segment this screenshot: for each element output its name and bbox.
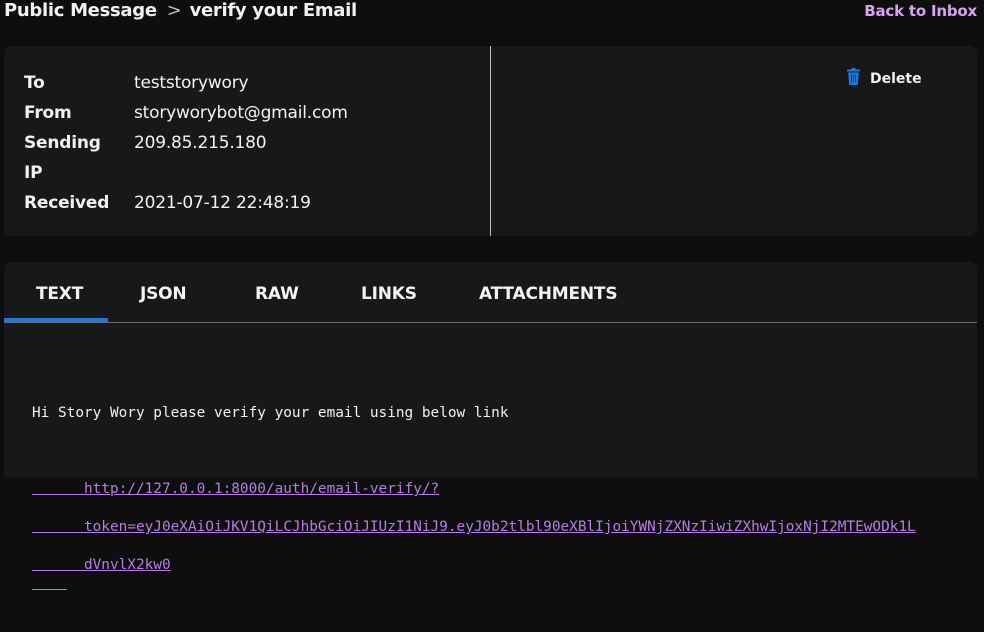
tab-attachments[interactable]: ATTACHMENTS [479,284,618,304]
tab-bar: TEXT JSON RAW LINKS ATTACHMENTS [4,262,977,323]
delete-button[interactable]: Delete [847,68,922,89]
chevron-right-icon: > [166,0,182,21]
meta-value-received: 2021-07-12 22:48:19 [134,193,311,213]
meta-key: From [24,103,72,123]
meta-row-sending: Sending 209.85.215.180 [24,128,348,158]
meta-value-to: teststorywory [134,73,249,93]
vertical-divider [490,46,491,236]
message-meta: To teststorywory From storyworybot@gmail… [24,68,348,218]
active-tab-indicator [4,318,108,322]
meta-key: Received [24,193,110,213]
delete-label: Delete [870,70,922,87]
link-part-3: dVnvlX2kw0 [83,557,171,573]
top-bar: Public Message > verify your Email Back … [0,0,984,26]
back-to-inbox-link[interactable]: Back to Inbox [864,2,977,20]
link-part-1: http://127.0.0.1:8000/auth/email-verify/… [83,481,440,497]
trash-icon [847,68,860,89]
meta-value-sending-ip: 209.85.215.180 [134,133,267,153]
meta-key: To [24,73,45,93]
meta-row-received: Received 2021-07-12 22:48:19 [24,188,348,218]
tab-links[interactable]: LINKS [361,284,417,304]
meta-row-to: To teststorywory [24,68,348,98]
tab-json[interactable]: JSON [140,284,187,304]
meta-row-from: From storyworybot@gmail.com [24,98,348,128]
message-greeting: Hi Story Wory please verify your email u… [32,405,509,421]
message-text: Hi Story Wory please verify your email u… [32,366,967,632]
message-header-card: To teststorywory From storyworybot@gmail… [4,46,977,236]
meta-row-ip: IP [24,158,348,188]
tab-raw[interactable]: RAW [255,284,299,304]
message-body-card: TEXT JSON RAW LINKS ATTACHMENTS Hi Story… [4,262,977,573]
link-part-2: token=eyJ0eXAiOiJKV1QiLCJhbGciOiJIUzI1Ni… [83,519,916,535]
meta-key: Sending [24,133,101,153]
meta-key: IP [24,163,43,183]
breadcrumb-current: verify your Email [189,0,358,21]
breadcrumb-root[interactable]: Public Message [4,0,157,21]
tab-text[interactable]: TEXT [36,284,83,304]
verify-email-link[interactable]: http://127.0.0.1:8000/auth/email-verify/… [32,461,967,594]
meta-value-from: storyworybot@gmail.com [134,103,348,123]
breadcrumb: Public Message > verify your Email [4,0,357,21]
